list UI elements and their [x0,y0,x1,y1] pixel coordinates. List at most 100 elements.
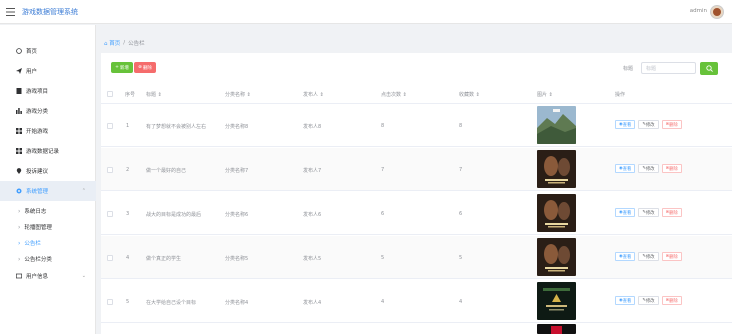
delete-button[interactable]: ⊗ 删除 [661,120,682,129]
top-bar: 游戏数据管理系统 [0,0,732,24]
main-panel: + 新增 ⊗ 删除 标题 标题 序号 标题 ⇕ 分类名称 ⇕ 发布人 ⇕ 点击次数 … [101,53,732,334]
row-publisher: 发布人6 [303,212,322,218]
row-clicks: 8 [381,123,385,129]
row-image[interactable] [537,194,576,232]
sidebar-item-user-info[interactable]: 用户信息 ⌄ [0,266,96,286]
sidebar-item-users[interactable]: 用户 [0,61,96,81]
row-checkbox[interactable] [107,299,113,305]
view-button[interactable]: ◉ 查看 [615,296,636,305]
header-category[interactable]: 分类名称 ⇕ [225,91,251,98]
sidebar-item-label: 系统管理 [26,189,49,195]
sidebar-subitem-announcements[interactable]: › 公告栏 [0,235,96,251]
sidebar-item-complaints[interactable]: 投诉建议 [0,161,96,181]
row-checkbox[interactable] [107,167,113,173]
header-title[interactable]: 标题 ⇕ [146,91,162,98]
username-label[interactable]: admin [690,8,707,14]
header-actions: 操作 [615,92,626,98]
row-title: 做个真正的学生 [146,256,182,262]
sidebar-item-home[interactable]: 首页 [0,41,96,61]
table-row: 5 在大学给自己设个目标 分类名称4 发布人4 4 4 ◉ 查看 ✎ 修改 ⊗ … [101,280,732,323]
row-actions: ◉ 查看 ✎ 修改 ⊗ 删除 [615,208,682,217]
search-icon [705,65,713,72]
sidebar-subitem-system-log[interactable]: › 系统日志 [0,203,96,219]
row-index: 1 [126,123,130,129]
pin-icon [16,168,22,174]
view-button[interactable]: ◉ 查看 [615,164,636,173]
row-checkbox[interactable] [107,255,113,261]
breadcrumb-home[interactable]: ⌂ 首页 [104,39,120,47]
batch-delete-button[interactable]: ⊗ 删除 [134,62,156,73]
view-button[interactable]: ◉ 查看 [615,120,636,129]
sidebar-item-game-categories[interactable]: 游戏分类 [0,101,96,121]
edit-button[interactable]: ✎ 修改 [638,252,659,261]
row-title: 战大的目标是成功的最后 [146,212,202,218]
add-button[interactable]: + 新增 [111,62,133,73]
sidebar-item-game-records[interactable]: 游戏数据记录 [0,141,96,161]
sidebar-subitem-carousel[interactable]: › 轮播图管理 [0,219,96,235]
sidebar-item-label: 首页 [26,49,38,55]
sidebar-item-label: 开始游戏 [26,129,49,135]
row-clicks: 6 [381,211,385,217]
row-image-partial[interactable] [537,324,576,334]
gear-icon [16,188,22,194]
search-button[interactable] [700,62,718,75]
header-publisher[interactable]: 发布人 ⇕ [303,91,324,98]
chevron-down-icon: ⌄ [81,273,86,279]
row-category: 分类名称4 [225,300,249,306]
chevron-right-icon: › [18,239,21,247]
grid-icon [16,128,22,134]
row-image[interactable] [537,238,576,276]
sidebar-subitem-label: 系统日志 [24,209,47,215]
chevron-up-icon: ⌃ [81,188,86,194]
edit-button[interactable]: ✎ 修改 [638,296,659,305]
edit-button[interactable]: ✎ 修改 [638,208,659,217]
sidebar-item-start-game[interactable]: 开始游戏 [0,121,96,141]
row-checkbox[interactable] [107,211,113,217]
table-row: 1 有了梦想就不会被别人左右 分类名称8 发布人8 8 8 ◉ 查看 ✎ 修改 … [101,104,732,147]
sidebar-item-game-projects[interactable]: 游戏项目 [0,81,96,101]
avatar[interactable] [710,5,724,19]
row-image[interactable] [537,150,576,188]
home-icon [16,48,22,54]
row-category: 分类名称7 [225,168,249,174]
table-header: 序号 标题 ⇕ 分类名称 ⇕ 发布人 ⇕ 点击次数 ⇕ 收藏数 ⇕ 图片 ⇕ 操… [101,82,732,104]
table-row: 2 做一个最好的自己 分类名称7 发布人7 7 7 ◉ 查看 ✎ 修改 ⊗ 删除 [101,148,732,191]
row-actions: ◉ 查看 ✎ 修改 ⊗ 删除 [615,164,682,173]
header-image[interactable]: 图片 ⇕ [537,91,553,98]
sidebar-item-label: 游戏数据记录 [26,149,60,155]
delete-button[interactable]: ⊗ 删除 [661,164,682,173]
row-favorites: 8 [459,123,463,129]
delete-button[interactable]: ⊗ 删除 [661,252,682,261]
row-image[interactable] [537,106,576,144]
row-title: 有了梦想就不会被别人左右 [146,124,207,130]
doc-icon [16,88,22,94]
edit-button[interactable]: ✎ 修改 [638,164,659,173]
header-favorites[interactable]: 收藏数 ⇕ [459,91,480,98]
view-button[interactable]: ◉ 查看 [615,252,636,261]
row-category: 分类名称8 [225,124,249,130]
row-clicks: 7 [381,167,385,173]
row-checkbox[interactable] [107,123,113,129]
view-button[interactable]: ◉ 查看 [615,208,636,217]
table-row: 4 做个真正的学生 分类名称5 发布人5 5 5 ◉ 查看 ✎ 修改 ⊗ 删除 [101,236,732,279]
sidebar-item-system[interactable]: 系统管理 ⌃ [0,181,96,201]
app-title: 游戏数据管理系统 [22,7,78,16]
row-favorites: 7 [459,167,463,173]
delete-button[interactable]: ⊗ 删除 [661,296,682,305]
edit-button[interactable]: ✎ 修改 [638,120,659,129]
row-image[interactable] [537,282,576,320]
delete-button[interactable]: ⊗ 删除 [661,208,682,217]
search-input[interactable]: 标题 [641,62,696,74]
select-all-checkbox[interactable] [107,91,113,97]
hamburger-menu-icon[interactable] [0,0,20,24]
sidebar-subitem-announcement-categories[interactable]: › 公告栏分类 [0,251,96,267]
row-actions: ◉ 查看 ✎ 修改 ⊗ 删除 [615,120,682,129]
send-icon [16,68,22,74]
row-title: 做一个最好的自己 [146,168,187,174]
chevron-right-icon: › [18,223,21,231]
header-clicks[interactable]: 点击次数 ⇕ [381,91,407,98]
row-index: 5 [126,299,130,305]
header-index: 序号 [125,92,136,98]
row-index: 4 [126,255,130,261]
row-publisher: 发布人7 [303,168,322,174]
